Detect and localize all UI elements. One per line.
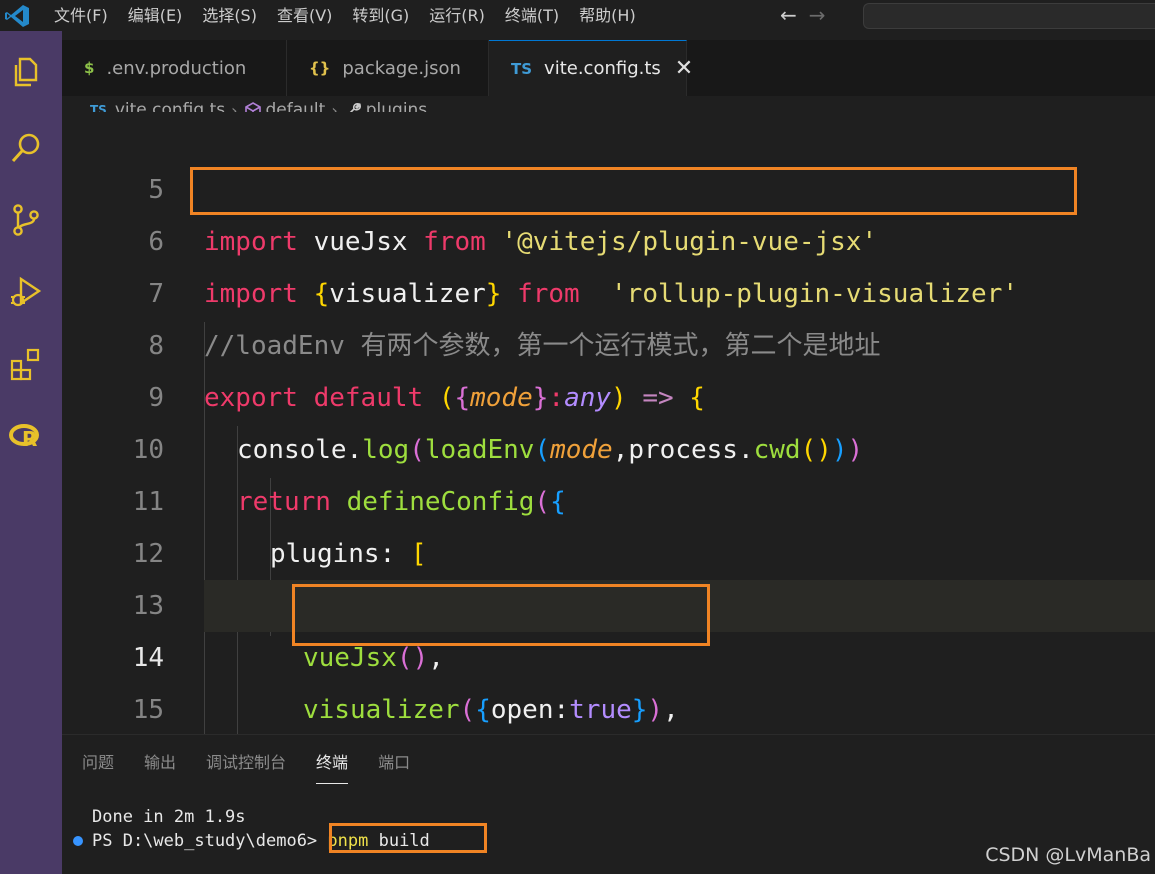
vscode-logo-icon xyxy=(5,5,29,27)
json-braces-icon: {} xyxy=(309,59,331,77)
explorer-icon[interactable] xyxy=(9,55,43,89)
arrow-right-icon[interactable]: → xyxy=(809,3,826,27)
code-line: 12 vue(), xyxy=(62,476,1155,621)
menu-edit[interactable]: 编辑(E) xyxy=(118,0,193,31)
code-line: 9 console.log(loadEnv(mode,process.cwd()… xyxy=(62,320,1155,465)
code-line: 5 import vueJsx from '@vitejs/plugin-vue… xyxy=(62,112,1155,257)
typescript-file-icon: TS xyxy=(511,59,533,78)
tab-ports[interactable]: 端口 xyxy=(378,749,410,784)
code-line: 7 //loadEnv 有两个参数，第一个运行模式，第二个是地址 xyxy=(62,216,1155,361)
tab-output[interactable]: 输出 xyxy=(144,749,176,784)
menu-run[interactable]: 运行(R) xyxy=(419,0,495,31)
code-line: 13 vueJsx(), xyxy=(62,528,1155,673)
close-icon[interactable]: ✕ xyxy=(675,56,693,81)
editor-tab-bar: $ .env.production {} package.json TS vit… xyxy=(62,40,1155,96)
tab-label: vite.config.ts xyxy=(544,58,661,79)
arrow-left-icon[interactable]: ← xyxy=(780,3,797,27)
menu-view[interactable]: 查看(V) xyxy=(267,0,342,31)
menu-bar: 文件(F) 编辑(E) 选择(S) 查看(V) 转到(G) 运行(R) 终端(T… xyxy=(44,0,646,31)
code-line: 11 plugins: [ xyxy=(62,424,1155,569)
tab-package-json[interactable]: {} package.json xyxy=(287,40,489,96)
code-line: 10 return defineConfig({ xyxy=(62,372,1155,517)
terminal-prompt: PS D:\web_study\demo6> xyxy=(92,831,328,851)
tab-label: package.json xyxy=(342,57,461,79)
code-line: 16 resolve: { xyxy=(62,684,1155,734)
source-control-icon[interactable] xyxy=(9,203,43,237)
tab-env-production[interactable]: $ .env.production xyxy=(62,40,287,96)
run-debug-icon[interactable] xyxy=(9,275,43,309)
tab-debug-console[interactable]: 调试控制台 xyxy=(206,749,286,784)
title-bar: 文件(F) 编辑(E) 选择(S) 查看(V) 转到(G) 运行(R) 终端(T… xyxy=(0,0,1155,31)
search-icon[interactable] xyxy=(9,131,43,165)
tab-label: .env.production xyxy=(106,57,247,79)
activity-bar: R xyxy=(0,31,62,874)
tab-terminal[interactable]: 终端 xyxy=(316,749,349,784)
tab-vite-config[interactable]: TS vite.config.ts ✕ xyxy=(489,40,693,96)
dollar-file-icon: $ xyxy=(84,59,95,77)
svg-text:R: R xyxy=(22,427,37,451)
code-editor[interactable]: 5 import vueJsx from '@vitejs/plugin-vue… xyxy=(62,112,1155,734)
menu-help[interactable]: 帮助(H) xyxy=(569,0,646,31)
menu-selection[interactable]: 选择(S) xyxy=(192,0,267,31)
navigation-arrows: ← → xyxy=(780,3,826,27)
terminal-status-dot xyxy=(73,836,83,846)
watermark: CSDN @LvManBa xyxy=(985,844,1151,866)
tab-problems[interactable]: 问题 xyxy=(82,749,114,784)
command-center-search[interactable] xyxy=(863,3,1155,29)
menu-file[interactable]: 文件(F) xyxy=(44,0,118,31)
annotation-box-visualizer xyxy=(292,584,710,646)
menu-terminal[interactable]: 终端(T) xyxy=(495,0,569,31)
annotation-box-command xyxy=(329,823,487,853)
bottom-panel: 问题 输出 调试控制台 终端 端口 Done in 2m 1.9s PS D:\… xyxy=(62,734,1155,874)
panel-tabs: 问题 输出 调试控制台 终端 端口 xyxy=(82,749,440,784)
extensions-icon[interactable] xyxy=(9,347,43,381)
annotation-box-import xyxy=(190,167,1077,215)
code-line: 8 export default ({mode}:any) => { xyxy=(62,268,1155,413)
terminal-output: Done in 2m 1.9s xyxy=(92,807,246,827)
menu-go[interactable]: 转到(G) xyxy=(342,0,419,31)
r-language-icon[interactable]: R xyxy=(9,419,43,453)
